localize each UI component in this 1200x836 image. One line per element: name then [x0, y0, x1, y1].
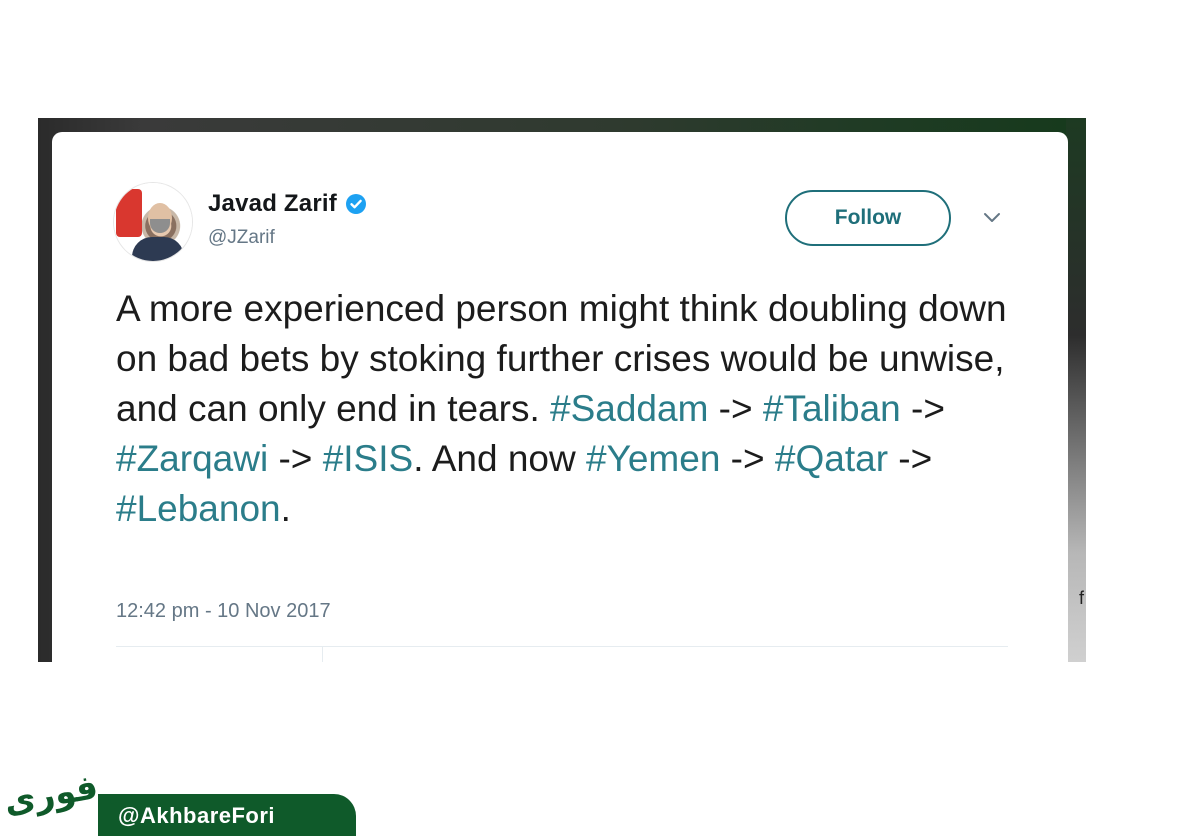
chevron-down-icon[interactable] [980, 208, 1004, 228]
avatar-suit [132, 237, 184, 261]
watermark-logo: خبر فوری [1, 756, 118, 823]
tweet-text-segment: . [280, 488, 291, 529]
backdrop-edge [1066, 118, 1086, 662]
follow-button[interactable]: Follow [785, 190, 951, 246]
avatar-flag [116, 189, 142, 237]
screenshot-canvas: f Javad Zarif @JZarif Follow A more expe… [0, 0, 1200, 836]
tweet-text-segment: -> [888, 438, 933, 479]
card-divider-stub [322, 646, 323, 662]
hashtag-link[interactable]: #Yemen [586, 438, 720, 479]
hashtag-link[interactable]: #Saddam [550, 388, 708, 429]
backdrop-partial-text: f [1078, 588, 1084, 608]
svg-text:خبر فوری: خبر فوری [1, 756, 118, 823]
tweet-timestamp[interactable]: 12:42 pm - 10 Nov 2017 [116, 600, 331, 623]
watermark-handle: @AkhbareFori [118, 803, 276, 828]
tweet-text-segment: -> [708, 388, 763, 429]
avatar[interactable] [114, 183, 192, 261]
watermark: خبر فوری @AkhbareFori [0, 756, 360, 836]
avatar-beard [150, 219, 170, 233]
author-handle[interactable]: @JZarif [208, 227, 275, 249]
tweet-text: A more experienced person might think do… [116, 284, 1016, 534]
author-name[interactable]: Javad Zarif [208, 190, 337, 218]
author-name-row: Javad Zarif [208, 190, 367, 218]
hashtag-link[interactable]: #ISIS [323, 438, 414, 479]
hashtag-link[interactable]: #Lebanon [116, 488, 281, 529]
card-divider [116, 646, 1008, 647]
tweet-text-segment: -> [900, 388, 945, 429]
hashtag-link[interactable]: #Zarqawi [116, 438, 268, 479]
hashtag-link[interactable]: #Qatar [775, 438, 888, 479]
verified-badge-icon [345, 193, 367, 215]
tweet-text-segment: . And now [413, 438, 586, 479]
tweet-text-segment: -> [720, 438, 775, 479]
hashtag-link[interactable]: #Taliban [763, 388, 901, 429]
tweet-text-segment: -> [268, 438, 323, 479]
